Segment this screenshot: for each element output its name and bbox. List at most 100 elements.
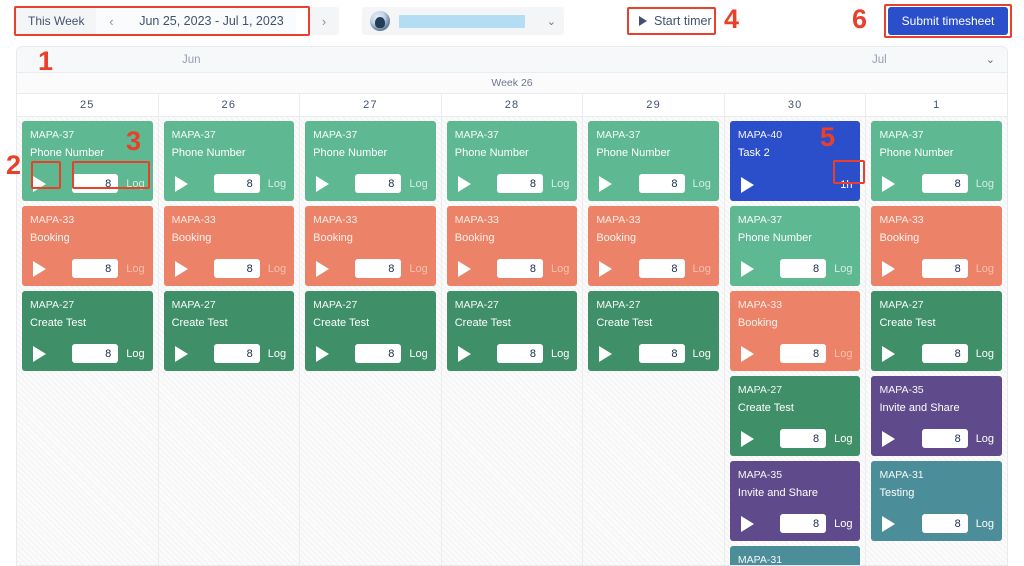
play-icon[interactable] <box>882 260 896 277</box>
day-header-26[interactable]: 26 <box>159 94 301 116</box>
worklog-card[interactable]: MAPA-33 Booking 8 Log <box>446 206 578 286</box>
worklog-card[interactable]: MAPA-33 Booking 8 Log <box>163 206 295 286</box>
submit-timesheet-button[interactable]: Submit timesheet <box>888 7 1008 35</box>
log-button[interactable]: Log <box>409 178 427 190</box>
worklog-card[interactable]: MAPA-37 Phone Number 8 Log <box>588 121 719 201</box>
day-column-30[interactable]: MAPA-40 Task 2 1h MAPA-37 Phone Number 8 Log MA… <box>724 117 867 565</box>
day-header-28[interactable]: 28 <box>442 94 584 116</box>
play-icon[interactable] <box>174 175 188 192</box>
log-button[interactable]: Log <box>834 433 852 445</box>
play-icon[interactable] <box>316 175 330 192</box>
log-button[interactable]: Log <box>693 348 711 360</box>
play-icon[interactable] <box>599 175 613 192</box>
log-button[interactable]: Log <box>268 348 286 360</box>
log-button[interactable]: Log <box>268 263 286 275</box>
play-icon[interactable] <box>33 260 46 277</box>
worklog-card[interactable]: MAPA-33 Booking 8 Log <box>22 206 153 286</box>
play-icon[interactable] <box>457 345 471 362</box>
worklog-card[interactable]: MAPA-37 Phone Number 8 Log <box>446 121 578 201</box>
worklog-card[interactable]: MAPA-40 Task 2 1h <box>729 121 861 201</box>
day-header-27[interactable]: 27 <box>300 94 442 116</box>
worklog-card[interactable]: MAPA-31 Testing 8 Log <box>871 461 1003 541</box>
worklog-card[interactable]: MAPA-35 Invite and Share 8 Log <box>871 376 1003 456</box>
play-icon[interactable] <box>599 260 613 277</box>
day-header-30[interactable]: 30 <box>725 94 867 116</box>
worklog-card[interactable]: MAPA-27 Create Test 8 Log <box>729 376 861 456</box>
hours-input[interactable]: 8 <box>72 344 119 363</box>
play-icon[interactable] <box>740 515 754 532</box>
log-button[interactable]: Log <box>126 348 144 360</box>
hours-input[interactable]: 8 <box>921 429 968 448</box>
hours-input[interactable]: 8 <box>72 259 119 278</box>
log-button[interactable]: Log <box>834 518 852 530</box>
play-icon[interactable] <box>882 430 896 447</box>
hours-input[interactable]: 8 <box>921 514 968 533</box>
hours-input[interactable]: 8 <box>780 514 827 533</box>
play-icon[interactable] <box>740 177 754 193</box>
play-icon[interactable] <box>174 260 188 277</box>
worklog-card[interactable]: MAPA-33 Booking 8 Log <box>305 206 436 286</box>
play-icon[interactable] <box>457 260 471 277</box>
log-button[interactable]: Log <box>551 348 569 360</box>
log-button[interactable]: Log <box>693 263 711 275</box>
log-button[interactable]: Log <box>976 178 994 190</box>
log-button[interactable]: Log <box>976 348 994 360</box>
hours-input[interactable]: 8 <box>496 174 543 193</box>
hours-input[interactable]: 8 <box>496 259 543 278</box>
log-button[interactable]: Log <box>834 348 852 360</box>
hours-input[interactable]: 8 <box>638 174 685 193</box>
worklog-card[interactable]: MAPA-33 Booking 8 Log <box>588 206 719 286</box>
start-timer-button[interactable]: Start timer <box>628 8 723 34</box>
worklog-card[interactable]: MAPA-27 Create Test 8 Log <box>446 291 578 371</box>
hours-input[interactable]: 8 <box>213 344 260 363</box>
chevron-down-icon[interactable]: ⌄ <box>547 15 556 28</box>
day-header-25[interactable]: 25 <box>17 94 159 116</box>
log-button[interactable]: Log <box>268 178 286 190</box>
log-button[interactable]: Log <box>409 348 427 360</box>
worklog-card[interactable]: MAPA-33 Booking 8 Log <box>871 206 1003 286</box>
play-icon[interactable] <box>33 175 46 192</box>
play-icon[interactable] <box>316 345 330 362</box>
play-icon[interactable] <box>740 260 754 277</box>
play-icon[interactable] <box>174 345 188 362</box>
day-header-1[interactable]: 1 <box>866 94 1007 116</box>
log-button[interactable]: Log <box>126 263 144 275</box>
previous-week-icon[interactable]: ‹ <box>96 7 127 35</box>
this-week-button[interactable]: This Week <box>16 7 97 35</box>
hours-input[interactable]: 8 <box>780 259 827 278</box>
day-column-25[interactable]: MAPA-37 Phone Number 8 Log MAPA-33 Booking 8 Lo… <box>17 117 159 565</box>
worklog-card[interactable]: MAPA-37 Phone Number 8 Log <box>729 206 861 286</box>
hours-input[interactable]: 8 <box>780 429 827 448</box>
log-button[interactable]: Log <box>976 518 994 530</box>
worklog-card[interactable]: MAPA-37 Phone Number 8 Log <box>305 121 436 201</box>
worklog-card[interactable]: MAPA-27 Create Test 8 Log <box>22 291 153 371</box>
hours-input[interactable]: 8 <box>355 174 402 193</box>
hours-input[interactable]: 8 <box>638 344 685 363</box>
play-icon[interactable] <box>457 175 471 192</box>
play-icon[interactable] <box>740 430 754 447</box>
day-column-26[interactable]: MAPA-37 Phone Number 8 Log MAPA-33 Booking 8 Lo… <box>158 117 301 565</box>
log-button[interactable]: Log <box>409 263 427 275</box>
date-range-label[interactable]: Jun 25, 2023 - Jul 1, 2023 <box>126 7 297 35</box>
worklog-card[interactable]: MAPA-35 Invite and Share 8 Log <box>729 461 861 541</box>
day-column-27[interactable]: MAPA-37 Phone Number 8 Log MAPA-33 Booking 8 Lo… <box>300 117 442 565</box>
worklog-card[interactable]: MAPA-37 Phone Number 8 Log <box>871 121 1003 201</box>
hours-input[interactable]: 8 <box>496 344 543 363</box>
hours-input[interactable]: 8 <box>355 259 402 278</box>
collapse-chevron-icon[interactable]: ⌄ <box>986 53 995 66</box>
hours-input[interactable]: 8 <box>921 174 968 193</box>
worklog-card[interactable]: MAPA-37 Phone Number 8 Log <box>163 121 295 201</box>
hours-input[interactable]: 8 <box>921 259 968 278</box>
log-button[interactable]: Log <box>976 263 994 275</box>
log-button[interactable]: Log <box>126 178 144 190</box>
hours-input[interactable]: 8 <box>638 259 685 278</box>
play-icon[interactable] <box>33 345 46 362</box>
day-column-29[interactable]: MAPA-37 Phone Number 8 Log MAPA-33 Booking 8 Lo… <box>583 117 725 565</box>
worklog-card[interactable]: MAPA-27 Create Test 8 Log <box>163 291 295 371</box>
next-week-icon[interactable]: › <box>309 7 339 35</box>
log-button[interactable]: Log <box>551 263 569 275</box>
play-icon[interactable] <box>599 345 613 362</box>
play-icon[interactable] <box>740 345 754 362</box>
log-button[interactable]: Log <box>834 263 852 275</box>
play-icon[interactable] <box>882 515 896 532</box>
